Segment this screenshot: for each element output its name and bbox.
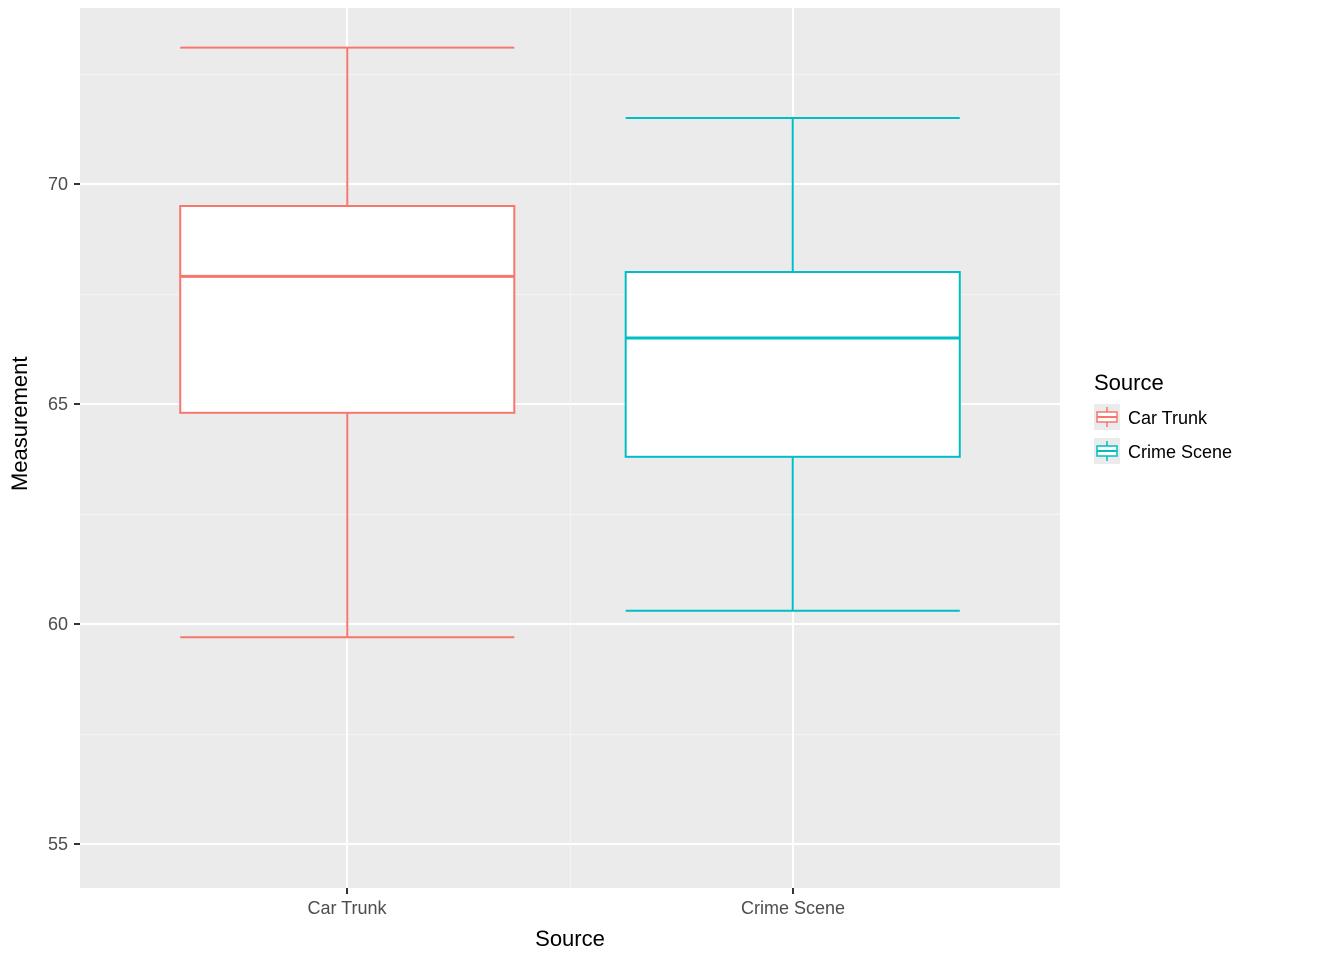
legend-key-icon	[1094, 438, 1120, 464]
chart-container: 55 60 65 70 Car Trunk Crime Scene Source…	[0, 0, 1344, 960]
legend-key-icon	[1094, 404, 1120, 430]
legend-title: Source	[1094, 370, 1164, 396]
y-tick-label: 60	[48, 614, 68, 635]
y-tick-label: 55	[48, 834, 68, 855]
x-tick-label: Car Trunk	[247, 898, 447, 919]
y-tick-label: 70	[48, 174, 68, 195]
y-tick	[74, 623, 80, 625]
y-tick	[74, 403, 80, 405]
box-crime-scene	[626, 118, 960, 611]
x-axis-title: Source	[80, 926, 1060, 952]
y-tick-label: 65	[48, 394, 68, 415]
y-tick	[74, 843, 80, 845]
legend-item-label: Car Trunk	[1128, 408, 1207, 429]
boxplot-layer	[80, 8, 1060, 888]
x-tick	[792, 888, 794, 894]
box-car-trunk	[180, 48, 514, 638]
x-tick	[346, 888, 348, 894]
y-axis-title: Measurement	[7, 411, 33, 491]
x-tick-label: Crime Scene	[693, 898, 893, 919]
legend-item-label: Crime Scene	[1128, 442, 1232, 463]
y-tick	[74, 183, 80, 185]
